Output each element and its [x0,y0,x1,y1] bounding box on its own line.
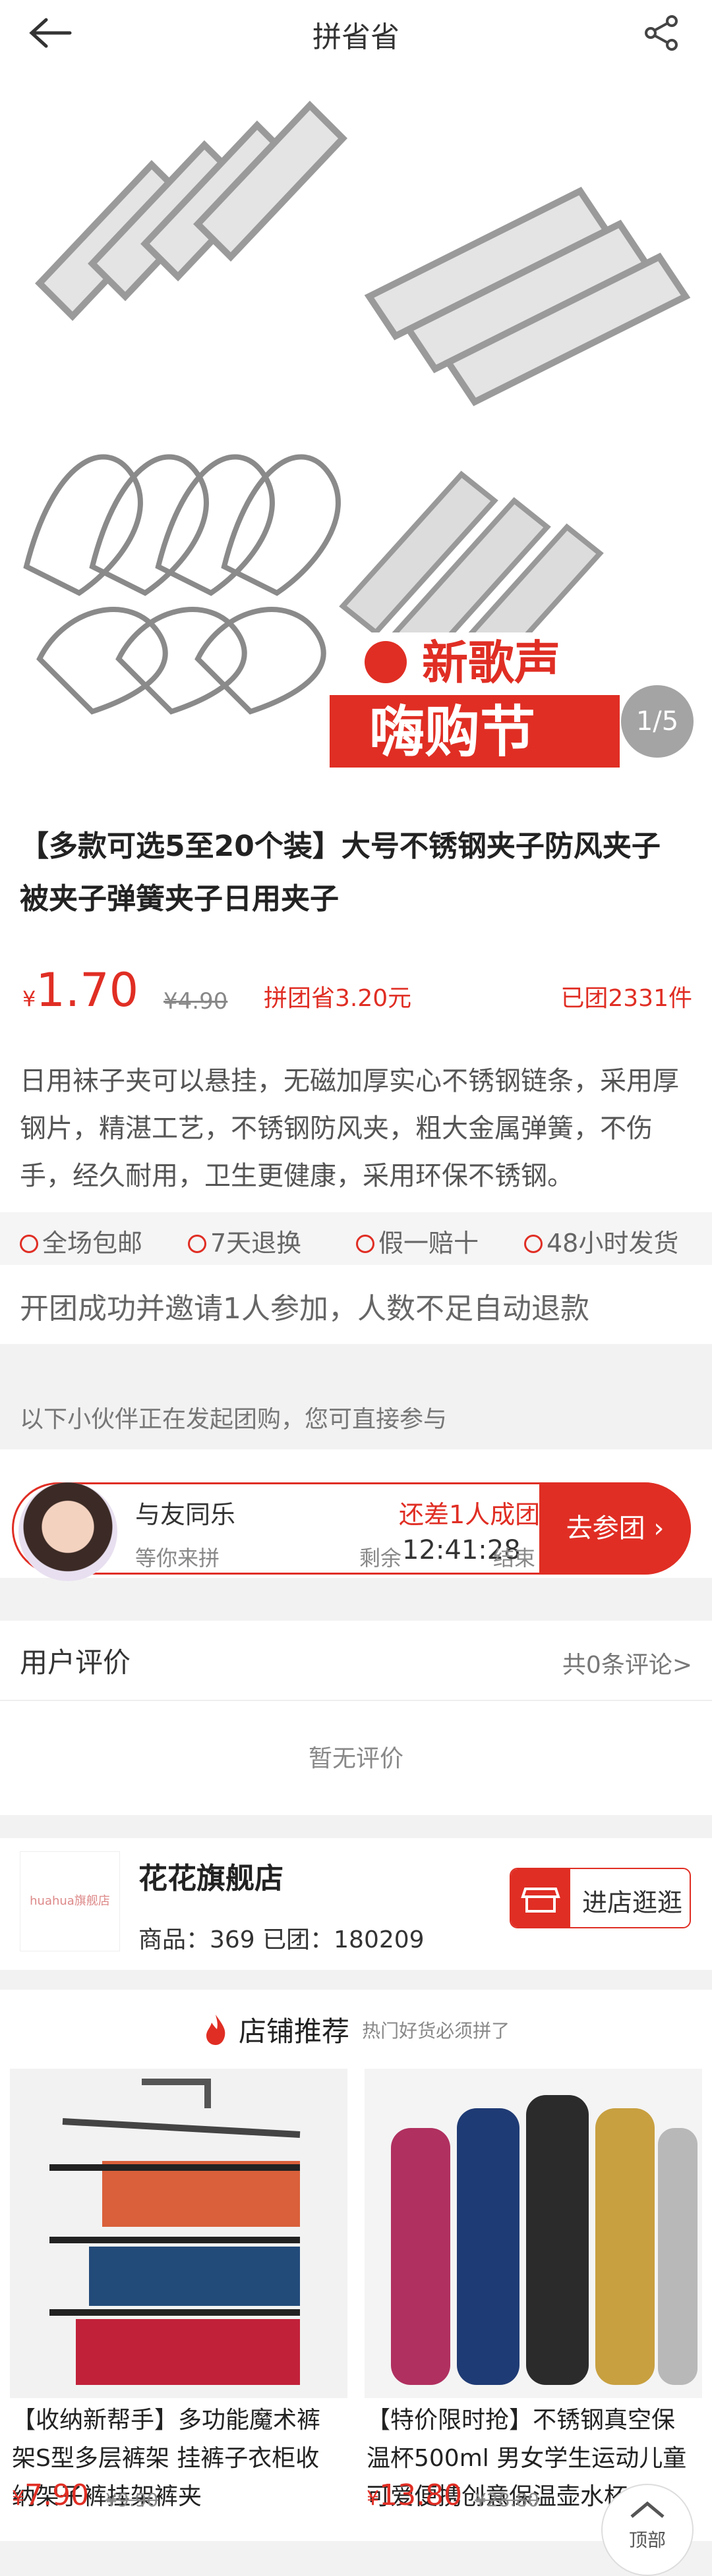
clips-illustration: 新歌声 嗨购节 [23,100,691,768]
back-to-top-button[interactable]: 顶部 [601,2484,694,2576]
reviews-empty: 暂无评价 [308,1745,403,1772]
shop-logo[interactable]: huahua旗舰店 [20,1851,120,1951]
group-hint: 以下小伙伴正在发起团购，您可直接参与 [20,1406,448,1433]
svg-text:嗨购节: 嗨购节 [369,700,535,764]
product-price: ¥1.70 [22,963,138,1017]
recommend-item-old-price: ¥9.90 [105,2489,159,2511]
check-circle-icon [20,1235,38,1253]
recommend-title: 店铺推荐 [238,2015,349,2048]
badge-48h-ship: 48小时发货 [524,1223,678,1259]
visit-shop-label: 进店逛逛 [582,1888,683,1917]
group-saving: 拼团省3.20元 [264,985,412,1012]
currency-symbol: ¥ [22,986,36,1011]
price-value: 1.70 [36,963,139,1017]
badge-free-shipping: 全场包邮 [20,1223,142,1259]
reviews-title: 用户评价 [20,1646,131,1679]
share-icon[interactable] [643,14,680,51]
join-group-button[interactable]: 去参团 › [539,1482,691,1575]
recommend-item-price: ¥13.80 [367,2478,463,2512]
group-rule: 开团成功并邀请1人参加，人数不足自动退款 [0,1265,712,1344]
time-left-label: 剩余 [359,1546,402,1571]
page-title: 拼省省 [312,20,400,54]
check-circle-icon [188,1235,206,1253]
reviews-count-link[interactable]: 共0条评论> [562,1646,692,1680]
recommend-subtitle: 热门好货必须拼了 [362,2019,510,2042]
pants-hanger-image [10,2069,347,2398]
avatar [18,1482,117,1581]
promo-banner: 新歌声 嗨购节 [330,632,620,768]
shop-name: 花花旗舰店 [138,1862,283,1895]
recommend-header: 店铺推荐 热门好货必须拼了 [0,2009,712,2050]
svg-text:新歌声: 新歌声 [422,636,560,690]
recommend-item-old-price: ¥28.80 [475,2489,539,2511]
group-need-text: 还差1人成团 [399,1500,541,1529]
grouped-count: 已团2331件 [560,985,692,1012]
product-description: 日用袜子夹可以悬挂，无磁加厚实心不锈钢链条，采用厚钢片，精湛工艺，不锈钢防风夹，… [20,1066,679,1191]
image-counter: 1/5 [621,685,694,758]
top-bar: 拼省省 [0,0,712,66]
group-leader-name: 与友同乐 [135,1500,236,1529]
recommend-item-image[interactable] [10,2069,347,2398]
divider [0,1700,712,1701]
chevron-up-icon [630,2501,665,2518]
badge-7day-return: 7天退换 [188,1223,301,1259]
group-wait-text: 等你来拼 [135,1546,220,1571]
chevron-right-icon: › [653,1513,665,1544]
original-price: ¥4.90 [163,988,228,1015]
store-icon [511,1869,570,1927]
visit-shop-button[interactable]: 进店逛逛 [510,1868,691,1928]
badge-genuine: 假一赔十 [356,1223,479,1259]
recommend-item-price: ¥7.90 [12,2478,90,2512]
product-title: 【多款可选5至20个装】大号不锈钢夹子防风夹子 被夹子弹簧夹子日用夹子 [20,829,661,916]
flame-icon [206,2014,225,2045]
check-circle-icon [356,1235,374,1253]
check-circle-icon [524,1235,543,1253]
shop-stats: 商品：369 已团：180209 [138,1926,425,1953]
recommend-item-image[interactable] [365,2069,702,2398]
time-end-label: 结束 [493,1546,536,1571]
product-image[interactable]: 新歌声 嗨购节 [0,66,712,777]
thermos-image [365,2069,702,2398]
